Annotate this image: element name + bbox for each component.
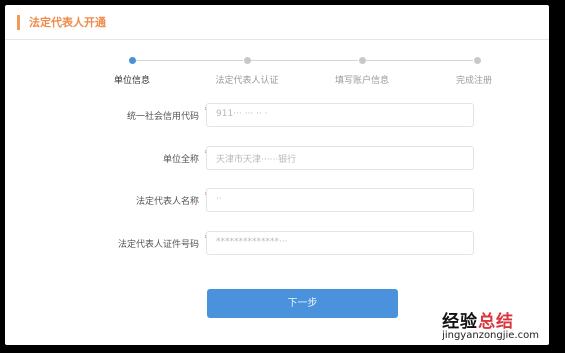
step-2-label: 法定代表人认证: [215, 76, 279, 86]
page-title: 法定代表人开通: [29, 16, 106, 29]
next-step-button[interactable]: 下一步: [207, 289, 398, 318]
watermark-logo: 经验总结: [442, 307, 539, 332]
form-row-rep-id: 法定代表人证件号码 * **************···: [5, 231, 549, 257]
org-name-input[interactable]: 天津市天津······银行: [206, 146, 474, 170]
step-2-dot: [244, 57, 251, 64]
rep-id-input[interactable]: **************···: [206, 231, 474, 255]
step-1-dot: [129, 57, 136, 64]
registration-panel: 法定代表人开通 单位信息 法定代表人认证 填写账户信息 完成注册 统一社会信用代…: [5, 5, 549, 345]
rep-name-input[interactable]: ··: [206, 188, 474, 212]
rep-name-label: 法定代表人名称: [135, 197, 199, 207]
credit-code-label: 统一社会信用代码: [126, 112, 199, 122]
step-3-label: 填写账户信息: [334, 76, 390, 86]
watermark-text-b: 总结: [478, 312, 515, 332]
step-3-dot: [359, 57, 366, 64]
step-connector: [363, 60, 473, 61]
step-1-label: 单位信息: [113, 76, 151, 86]
watermark-text-a: 经验: [442, 312, 479, 332]
site-watermark: 经验总结 jingyanzongjie.com: [442, 307, 539, 341]
form-row-credit-code: 统一社会信用代码 * 911··· ··· ·· ·: [5, 103, 549, 129]
step-4-dot: [474, 57, 481, 64]
credit-code-input[interactable]: 911··· ··· ·· ·: [206, 103, 474, 127]
form-row-rep-name: 法定代表人名称 * ··: [5, 188, 549, 214]
panel-header: 法定代表人开通: [5, 5, 549, 40]
title-accent-bar: [17, 15, 20, 30]
form-row-org-name: 单位全称 * 天津市天津······银行: [5, 146, 549, 172]
step-4-label: 完成注册: [455, 76, 493, 86]
watermark-url: jingyanzongjie.com: [442, 330, 539, 341]
step-connector: [248, 60, 358, 61]
org-name-label: 单位全称: [162, 155, 199, 165]
rep-id-label: 法定代表人证件号码: [117, 240, 199, 250]
progress-steps: 单位信息 法定代表人认证 填写账户信息 完成注册: [5, 53, 549, 93]
step-connector: [133, 60, 243, 61]
